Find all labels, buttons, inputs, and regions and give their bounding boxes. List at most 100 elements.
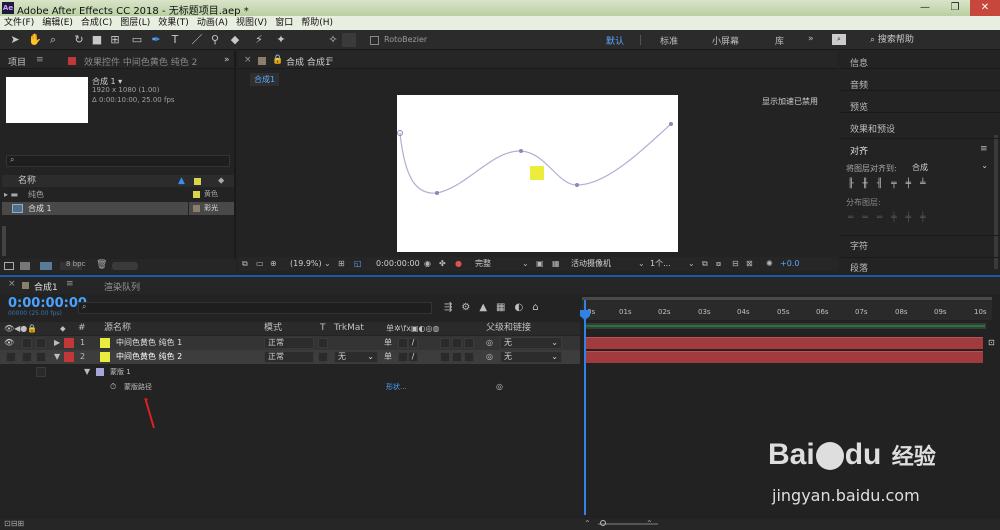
project-item-comp[interactable]: 合成 1 彩光: [2, 202, 234, 215]
new-composition-icon[interactable]: [40, 262, 52, 270]
solo-toggle[interactable]: [36, 367, 46, 377]
workspace-default[interactable]: 默认: [606, 34, 624, 47]
flowchart-icon[interactable]: ⊠: [746, 257, 753, 271]
column-number[interactable]: #: [78, 322, 86, 335]
comp-menu-icon[interactable]: ≡: [326, 55, 334, 65]
column-parent[interactable]: 父级和链接: [486, 322, 531, 335]
workspace-overflow-icon[interactable]: »: [808, 34, 814, 44]
type-tool-icon[interactable]: T: [168, 33, 182, 47]
column-name[interactable]: 名称: [18, 175, 36, 187]
views-dropdown[interactable]: 1个...: [650, 257, 671, 271]
work-area-range[interactable]: [585, 325, 985, 327]
chevron-down-icon[interactable]: ⌄: [522, 257, 529, 271]
adjustment-switch[interactable]: [464, 338, 474, 348]
tab-render-queue[interactable]: 渲染队列: [104, 280, 140, 293]
blend-mode-dropdown[interactable]: 正常: [264, 351, 314, 363]
resolution-dropdown[interactable]: 完整: [475, 257, 491, 271]
local-axis-icon[interactable]: ✧: [326, 33, 340, 47]
mask-visibility-icon[interactable]: ⊕: [270, 257, 277, 271]
layer-label-color[interactable]: [64, 352, 74, 362]
tab-effects-controls[interactable]: 效果控件 中间色黄色 纯色 2: [84, 55, 197, 68]
distribute-buttons[interactable]: ═══╪╪╪: [848, 213, 988, 225]
layer-name[interactable]: 中间色黄色 纯色 1: [116, 336, 182, 350]
menu-file[interactable]: 文件(F): [0, 16, 38, 30]
quality-switch[interactable]: /: [408, 338, 418, 348]
expand-arrow-icon[interactable]: ▶: [54, 336, 60, 350]
tab-timeline-comp[interactable]: 合成1: [34, 280, 58, 293]
workspace-small-screen[interactable]: 小屏幕: [712, 34, 739, 47]
label-column-icon[interactable]: ⬥: [60, 322, 66, 335]
mask-row[interactable]: ▼ 蒙版 1: [0, 365, 580, 379]
bpc-label[interactable]: 8 bpc: [66, 260, 85, 268]
zoom-dropdown[interactable]: (19.9%): [290, 257, 322, 271]
current-time-indicator[interactable]: [584, 300, 586, 515]
layer-label-color[interactable]: [64, 338, 74, 348]
visibility-icon[interactable]: 👁: [4, 336, 14, 350]
layer-row[interactable]: 👁 ▶ 1 中间色黄色 纯色 1 正常 单 / ◎ 无 ⌄: [0, 336, 580, 350]
stopwatch-icon[interactable]: ⏱: [110, 380, 116, 394]
help-search-input[interactable]: ⌕ 搜索帮助: [870, 33, 998, 47]
blend-mode-dropdown[interactable]: 正常: [264, 337, 314, 349]
switches-column-icons[interactable]: 单✲\fx▣◐◎◍: [386, 322, 439, 335]
tab-composition[interactable]: 合成 合成1: [286, 55, 331, 68]
menu-effect[interactable]: 效果(T): [154, 16, 193, 30]
fast-preview-icon[interactable]: ⧇: [716, 257, 721, 271]
workspace-standard[interactable]: 标准: [660, 34, 678, 47]
timeline-timecode[interactable]: 0:00:00:00: [8, 296, 87, 311]
hand-tool-icon[interactable]: ✋: [28, 33, 42, 47]
region-of-interest-icon[interactable]: ◱: [354, 257, 362, 271]
puppet-tool-icon[interactable]: ✦: [274, 33, 288, 47]
camera-dropdown[interactable]: 活动摄像机: [571, 257, 611, 271]
pick-whip-icon[interactable]: ◎: [486, 336, 493, 350]
mask-vertex[interactable]: [669, 122, 673, 126]
mask-vertex[interactable]: [435, 191, 439, 195]
av-features-icons[interactable]: 👁◀●🔒: [4, 322, 37, 335]
menu-layer[interactable]: 图层(L): [116, 16, 154, 30]
interpret-footage-icon[interactable]: [4, 262, 14, 270]
column-mode[interactable]: 模式: [264, 322, 282, 335]
show-snapshot-icon[interactable]: ✤: [439, 257, 446, 271]
collapse-switch[interactable]: [398, 338, 408, 348]
menu-composition[interactable]: 合成(C): [77, 16, 116, 30]
mask-path-value[interactable]: 形状...: [386, 380, 407, 394]
timeline-icon[interactable]: ⊟: [732, 257, 739, 271]
visibility-toggle[interactable]: [6, 352, 16, 362]
yellow-solid-layer[interactable]: [530, 166, 544, 180]
help-search-icon[interactable]: ⌕: [832, 34, 846, 45]
eraser-tool-icon[interactable]: ◆: [228, 33, 242, 47]
comp-navigator-tab[interactable]: 合成1: [250, 73, 280, 86]
composition-canvas[interactable]: [397, 95, 678, 252]
audio-toggle[interactable]: [22, 352, 32, 362]
menu-edit[interactable]: 编辑(E): [38, 16, 77, 30]
pick-whip-icon[interactable]: ◎: [486, 350, 493, 364]
chevron-down-icon[interactable]: ⌄: [688, 257, 695, 271]
menu-animation[interactable]: 动画(A): [193, 16, 232, 30]
collapse-switch[interactable]: [398, 352, 408, 362]
minimize-button[interactable]: —: [910, 0, 940, 16]
menu-help[interactable]: 帮助(H): [297, 16, 337, 30]
motion-blur-switch[interactable]: [452, 338, 462, 348]
project-search-input[interactable]: ⌕: [6, 155, 230, 167]
new-folder-icon[interactable]: [20, 262, 30, 270]
project-item-solids[interactable]: ▸ ▬ 纯色 黄色: [2, 188, 234, 201]
align-buttons[interactable]: ╟╫╢╤╪╧: [848, 179, 988, 191]
project-menu-icon[interactable]: ≡: [36, 55, 44, 65]
menu-view[interactable]: 视图(V): [232, 16, 271, 30]
pan-behind-tool-icon[interactable]: ⊞: [108, 33, 122, 47]
motion-blur-switch[interactable]: [452, 352, 462, 362]
panel-effects-presets[interactable]: 效果和预设: [850, 122, 895, 135]
tag-icon[interactable]: ⬥: [218, 175, 224, 187]
close-button[interactable]: ✕: [970, 0, 1000, 16]
pen-tool-icon[interactable]: ✒: [149, 33, 163, 47]
rotobezier-checkbox[interactable]: [370, 36, 379, 45]
rectangle-tool-icon[interactable]: ▭: [130, 33, 144, 47]
quality-switch[interactable]: /: [408, 352, 418, 362]
monitor-icon[interactable]: ▭: [256, 257, 264, 271]
shy-switch-icon[interactable]: 单: [384, 336, 392, 350]
shy-switch-icon[interactable]: 单: [384, 350, 392, 364]
right-panel-scrollbar[interactable]: [994, 135, 998, 269]
trkmat-dropdown[interactable]: 无 ⌄: [334, 351, 378, 363]
tab-project[interactable]: 项目: [8, 55, 26, 68]
snapshot-icon[interactable]: ◉: [424, 257, 431, 271]
trash-icon[interactable]: 🗑: [96, 260, 107, 270]
